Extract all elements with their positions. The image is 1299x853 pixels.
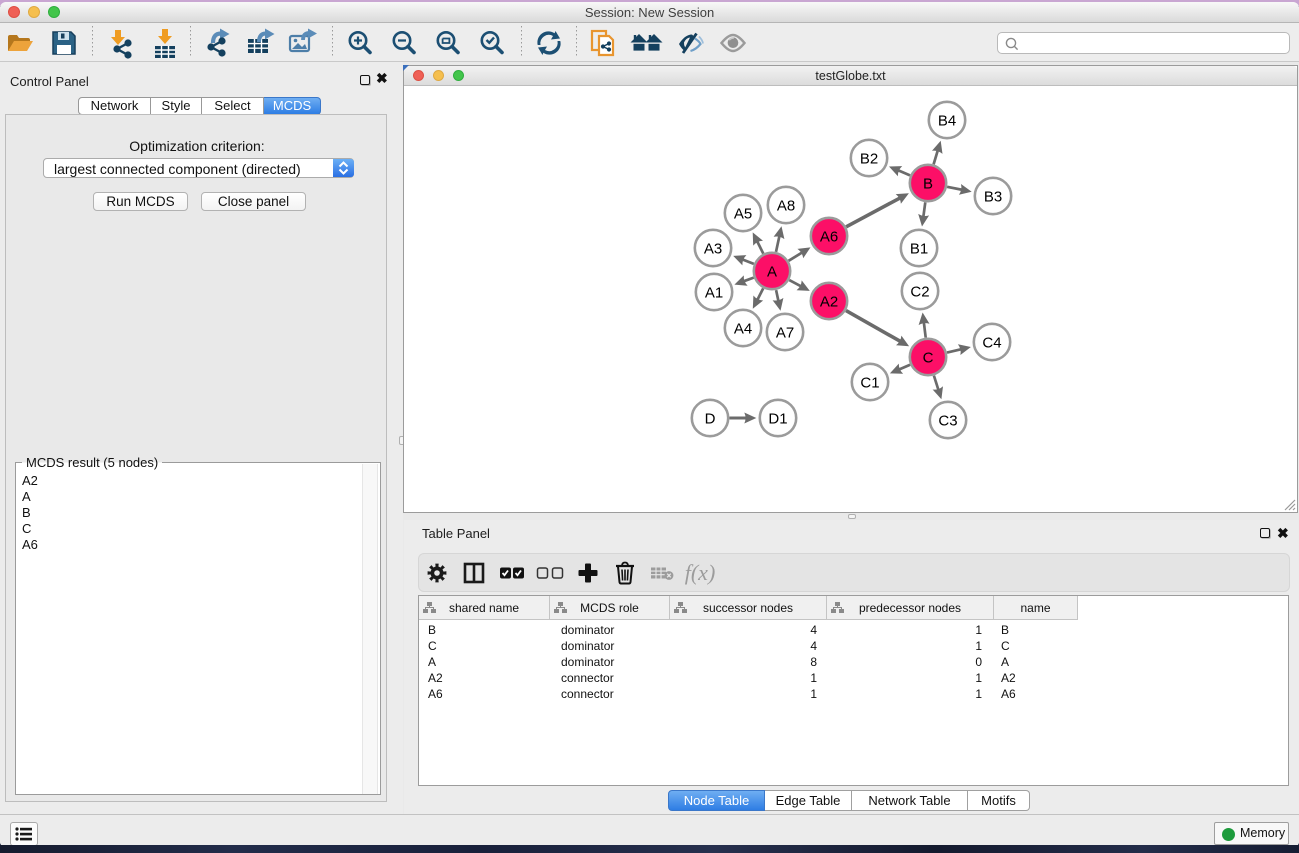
svg-text:A8: A8 xyxy=(777,197,795,214)
svg-text:A6: A6 xyxy=(820,228,838,245)
svg-text:A2: A2 xyxy=(820,293,838,310)
svg-text:A7: A7 xyxy=(776,324,794,341)
svg-text:C2: C2 xyxy=(910,283,929,300)
svg-text:B3: B3 xyxy=(984,188,1002,205)
svg-text:B4: B4 xyxy=(938,112,956,129)
svg-text:D: D xyxy=(705,410,716,427)
svg-text:A4: A4 xyxy=(734,320,752,337)
svg-text:C4: C4 xyxy=(982,334,1001,351)
svg-text:f(x): f(x) xyxy=(685,560,716,585)
svg-text:C: C xyxy=(923,349,934,366)
svg-text:B2: B2 xyxy=(860,150,878,167)
svg-text:A5: A5 xyxy=(734,205,752,222)
svg-text:C1: C1 xyxy=(860,374,879,391)
svg-text:A3: A3 xyxy=(704,240,722,257)
svg-text:B1: B1 xyxy=(910,240,928,257)
svg-text:C3: C3 xyxy=(938,412,957,429)
svg-text:A1: A1 xyxy=(705,284,723,301)
svg-text:B: B xyxy=(923,175,933,192)
svg-text:D1: D1 xyxy=(768,410,787,427)
svg-text:A: A xyxy=(767,263,777,280)
